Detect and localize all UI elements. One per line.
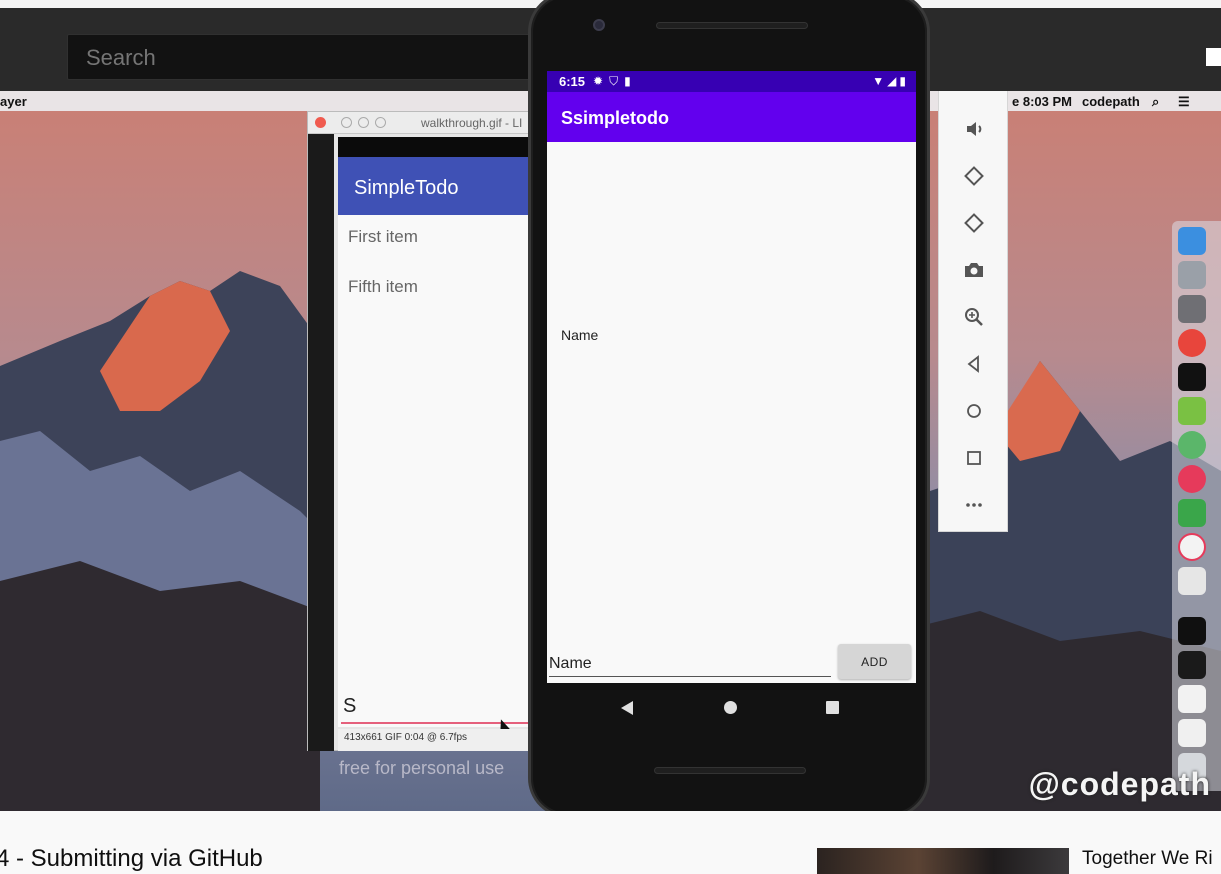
close-window-button[interactable] — [315, 117, 326, 128]
sd-card-icon: ▮ — [624, 74, 631, 88]
gif-list-item: First item — [348, 227, 418, 246]
status-bar: 6:15 ✹ ⛉ ▮ ▼ ◢ ▮ — [547, 71, 916, 92]
rotate-left-icon[interactable] — [956, 158, 992, 194]
gif-viewer-window[interactable]: walkthrough.gif - LI SimpleTodo First it… — [307, 111, 548, 751]
search-input[interactable] — [86, 45, 518, 71]
finder-icon[interactable] — [1178, 227, 1206, 255]
search-box[interactable] — [67, 34, 537, 80]
emulator-screen: 6:15 ✹ ⛉ ▮ ▼ ◢ ▮ Ssimpletodo Name Name A… — [547, 71, 916, 683]
volume-up-icon[interactable] — [956, 91, 992, 100]
gif-viewer-left-strip — [308, 134, 334, 751]
codepath-watermark: @codepath — [1028, 766, 1211, 802]
wallpaper-credit-text: free for personal use — [339, 758, 505, 778]
overview-icon[interactable] — [956, 440, 992, 476]
gif-list-item: Fifth item — [348, 277, 418, 296]
minimize-window-button[interactable] — [341, 117, 352, 128]
add-button[interactable]: ADD — [838, 644, 911, 679]
video-title: 4 - Submitting via GitHub — [0, 845, 263, 872]
camtasia-icon[interactable] — [1178, 499, 1206, 527]
chrome-window-icon[interactable] — [1178, 685, 1206, 713]
create-icon[interactable] — [1206, 48, 1221, 66]
battery-icon: ▮ — [899, 74, 906, 88]
document-window-icon[interactable] — [1178, 719, 1206, 747]
gif-app-bar: SimpleTodo — [338, 157, 548, 215]
status-system-icons: ▼ ◢ ▮ — [872, 74, 906, 88]
status-time: 6:15 — [559, 74, 586, 89]
status-notification-icons: ✹ ⛉ ▮ — [593, 74, 631, 89]
volume-down-icon[interactable] — [956, 111, 992, 147]
settings-icon: ✹ — [593, 74, 604, 88]
wifi-icon: ▼ — [872, 74, 885, 88]
emulator-toolbar — [938, 91, 1008, 532]
mac-dock — [1172, 221, 1221, 791]
nav-back-icon[interactable] — [621, 701, 633, 715]
home-icon[interactable] — [956, 393, 992, 429]
recommended-thumbnail[interactable] — [817, 848, 1069, 874]
recorder-icon[interactable] — [1178, 533, 1206, 561]
zoom-icon[interactable] — [956, 299, 992, 335]
flickr-icon[interactable] — [1178, 465, 1206, 493]
notification-list-icon: ☰ — [1178, 94, 1190, 109]
terminal-window-icon[interactable] — [1178, 651, 1206, 679]
terminal-icon[interactable] — [1178, 363, 1206, 391]
gif-status-bar — [338, 137, 548, 157]
zoom-window-button[interactable] — [358, 117, 369, 128]
back-icon[interactable] — [956, 346, 992, 382]
list-item[interactable]: Name — [561, 327, 598, 343]
console-window-icon[interactable] — [1178, 617, 1206, 645]
earpiece-speaker — [656, 22, 808, 29]
screen-record-icon[interactable] — [1178, 567, 1206, 595]
gif-viewer-title: walkthrough.gif - LI — [421, 116, 523, 130]
app-title: Ssimpletodo — [547, 92, 916, 142]
front-camera — [593, 19, 605, 31]
menubar-time: e 8:03 PM — [1012, 94, 1072, 109]
fullscreen-window-button[interactable] — [375, 117, 386, 128]
atom-icon[interactable] — [1178, 431, 1206, 459]
gif-info-footer: 413x661 GIF 0:04 @ 6.7fps — [338, 729, 548, 751]
video-info-strip: 4 - Submitting via GitHub Together We Ri — [0, 811, 1221, 874]
android-nav-bar — [547, 683, 916, 731]
spotlight-icon: ⌕ — [1152, 94, 1160, 109]
system-preferences-icon[interactable] — [1178, 295, 1206, 323]
signal-icon: ◢ — [887, 74, 897, 88]
chrome-icon[interactable] — [1178, 329, 1206, 357]
gif-viewer-titlebar[interactable]: walkthrough.gif - LI — [308, 112, 546, 134]
nav-recents-icon[interactable] — [826, 701, 839, 714]
menubar-app-name: ayer — [0, 94, 27, 109]
android-studio-icon[interactable] — [1178, 397, 1206, 425]
rotate-right-icon[interactable] — [956, 205, 992, 241]
menubar-user: codepath — [1082, 94, 1140, 109]
gif-app-screen: SimpleTodo First item Fifth item S — [338, 137, 548, 733]
screen-root: ayer e 8:03 PM codepath ⌕ ☰ — [0, 0, 1221, 874]
name-input[interactable]: Name — [549, 653, 831, 677]
recommended-video-title[interactable]: Together We Ri — [1082, 848, 1213, 870]
more-icon[interactable] — [956, 487, 992, 523]
bottom-speaker — [654, 767, 806, 774]
camera-icon[interactable] — [956, 252, 992, 288]
gif-text-input: S — [341, 692, 546, 724]
shield-icon: ⛉ — [609, 74, 619, 88]
android-emulator: 6:15 ✹ ⛉ ▮ ▼ ◢ ▮ Ssimpletodo Name Name A… — [528, 0, 930, 818]
nav-home-icon[interactable] — [724, 701, 737, 714]
launchpad-icon[interactable] — [1178, 261, 1206, 289]
